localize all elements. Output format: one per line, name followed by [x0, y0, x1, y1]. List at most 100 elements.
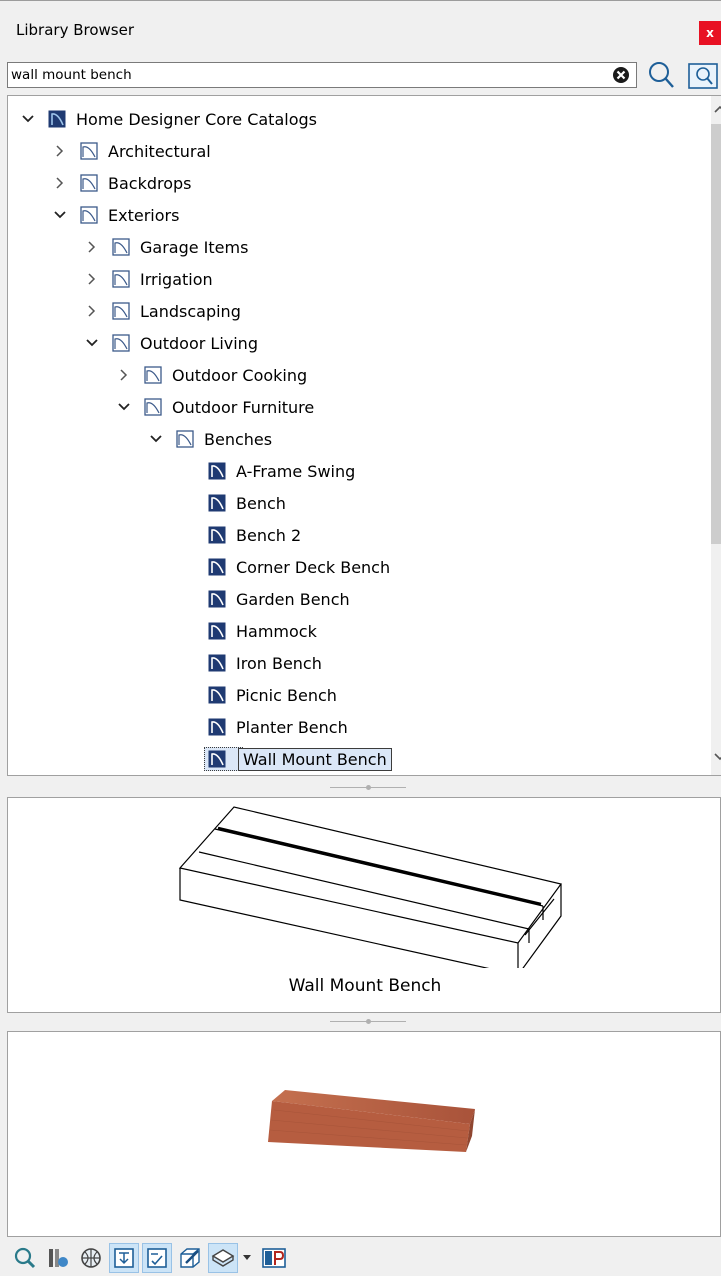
- library-item-row[interactable]: Bench: [180, 487, 286, 519]
- tree-folder-row[interactable]: Outdoor Furniture: [116, 391, 314, 423]
- tree-folder-row[interactable]: Exteriors: [52, 199, 179, 231]
- library-item-icon: [208, 558, 236, 576]
- library-item-row[interactable]: Picnic Bench: [180, 679, 337, 711]
- library-item-row[interactable]: Wall Mount Bench: [180, 743, 392, 775]
- tree-folder-row[interactable]: Architectural: [52, 135, 211, 167]
- tree-item-label: Hammock: [236, 621, 317, 641]
- tree-item-label: Planter Bench: [236, 717, 348, 737]
- search-input[interactable]: wall mount bench: [7, 62, 637, 88]
- tree-folder-row[interactable]: Landscaping: [84, 295, 241, 327]
- ep-button[interactable]: [259, 1243, 289, 1273]
- search-icon[interactable]: [645, 60, 677, 90]
- library-tree[interactable]: Home Designer Core Catalogs Architectural…: [7, 95, 721, 776]
- plan-preview-panel: Wall Mount Bench: [7, 797, 721, 1013]
- library-item-row[interactable]: Planter Bench: [180, 711, 348, 743]
- splitter-handle[interactable]: [0, 1015, 721, 1029]
- folder-icon: [144, 366, 172, 384]
- library-item-row[interactable]: Bench 2: [180, 519, 301, 551]
- clear-search-icon[interactable]: [611, 65, 631, 85]
- object-library-icon: [49, 1249, 68, 1267]
- 3d-view-button[interactable]: [175, 1243, 205, 1273]
- scrollbar-thumb[interactable]: [711, 124, 721, 544]
- chevron-down-icon[interactable]: [116, 399, 132, 415]
- library-item-icon: [208, 462, 236, 480]
- tree-folder-row[interactable]: Irrigation: [84, 263, 213, 295]
- preview-render-button[interactable]: [208, 1243, 238, 1273]
- library-item-row[interactable]: A-Frame Swing: [180, 455, 355, 487]
- scroll-up-arrow-icon[interactable]: [714, 104, 721, 114]
- library-item-row[interactable]: Hammock: [180, 615, 317, 647]
- tree-item-label: Wall Mount Bench: [238, 747, 392, 771]
- library-item-icon: [208, 526, 236, 544]
- search-input-value: wall mount bench: [11, 67, 132, 83]
- tree-item-label: Landscaping: [140, 301, 241, 321]
- folder-icon: [112, 302, 140, 320]
- folder-icon: [80, 174, 108, 192]
- tree-view-icon: [114, 1248, 134, 1268]
- tree-folder-row[interactable]: Garage Items: [84, 231, 248, 263]
- find-icon: [14, 1247, 36, 1269]
- chevron-right-icon[interactable]: [84, 271, 100, 287]
- chevron-down-icon[interactable]: [52, 207, 68, 223]
- library-item-icon: [208, 590, 236, 608]
- tree-item-label: Corner Deck Bench: [236, 557, 391, 577]
- ep-icon: [262, 1248, 286, 1268]
- 3d-view-icon: [180, 1248, 200, 1268]
- chevron-right-icon[interactable]: [116, 367, 132, 383]
- tree-item-label: Outdoor Living: [140, 333, 258, 353]
- tree-item-label: Outdoor Cooking: [172, 365, 308, 385]
- tree-item-label: Home Designer Core Catalogs: [76, 109, 317, 129]
- folder-icon: [112, 334, 140, 352]
- chevron-down-icon[interactable]: [84, 335, 100, 351]
- splitter-handle[interactable]: [0, 781, 721, 795]
- tree-folder-row[interactable]: Outdoor Cooking: [116, 359, 307, 391]
- folder-icon: [80, 206, 108, 224]
- preview-render-dropdown[interactable]: [241, 1243, 253, 1273]
- library-item-icon: [208, 654, 236, 672]
- preview-item-name: Wall Mount Bench: [288, 976, 442, 996]
- list-view-icon: [147, 1248, 167, 1268]
- tree-view-button[interactable]: [109, 1243, 139, 1273]
- globe-library-button[interactable]: [76, 1243, 106, 1273]
- tree-folder-row[interactable]: Home Designer Core Catalogs: [20, 103, 317, 135]
- library-item-row[interactable]: Garden Bench: [180, 583, 350, 615]
- tree-item-label: Iron Bench: [236, 653, 322, 673]
- close-button[interactable]: x: [699, 21, 721, 45]
- library-item-row[interactable]: Iron Bench: [180, 647, 322, 679]
- chevron-right-icon[interactable]: [52, 175, 68, 191]
- tree-folder-row[interactable]: Backdrops: [52, 167, 192, 199]
- chevron-down-icon[interactable]: [20, 111, 36, 127]
- tree-item-label: Benches: [204, 429, 273, 449]
- library-item-icon: [208, 686, 236, 704]
- advanced-search-icon[interactable]: [687, 60, 721, 90]
- chevron-right-icon[interactable]: [84, 239, 100, 255]
- library-item-row[interactable]: Corner Deck Bench: [180, 551, 390, 583]
- folder-icon: [176, 430, 204, 448]
- object-library-button[interactable]: [43, 1243, 73, 1273]
- tree-item-label: Architectural: [108, 141, 211, 161]
- list-view-button[interactable]: [142, 1243, 172, 1273]
- tree-item-label: Garage Items: [140, 237, 249, 257]
- chevron-right-icon[interactable]: [52, 143, 68, 159]
- tree-folder-row[interactable]: Benches: [148, 423, 272, 455]
- chevron-down-icon[interactable]: [148, 431, 164, 447]
- chevron-right-icon[interactable]: [84, 303, 100, 319]
- scroll-down-arrow-icon[interactable]: [714, 752, 721, 762]
- find-button[interactable]: [10, 1243, 40, 1273]
- window-title: Library Browser: [16, 21, 135, 39]
- tree-folder-row[interactable]: Outdoor Living: [84, 327, 258, 359]
- tree-item-label: A-Frame Swing: [236, 461, 356, 481]
- folder-icon: [112, 270, 140, 288]
- bottom-toolbar: [0, 1240, 721, 1276]
- catalog-root-icon: [48, 110, 76, 128]
- title-bar: Library Browser x: [0, 0, 721, 59]
